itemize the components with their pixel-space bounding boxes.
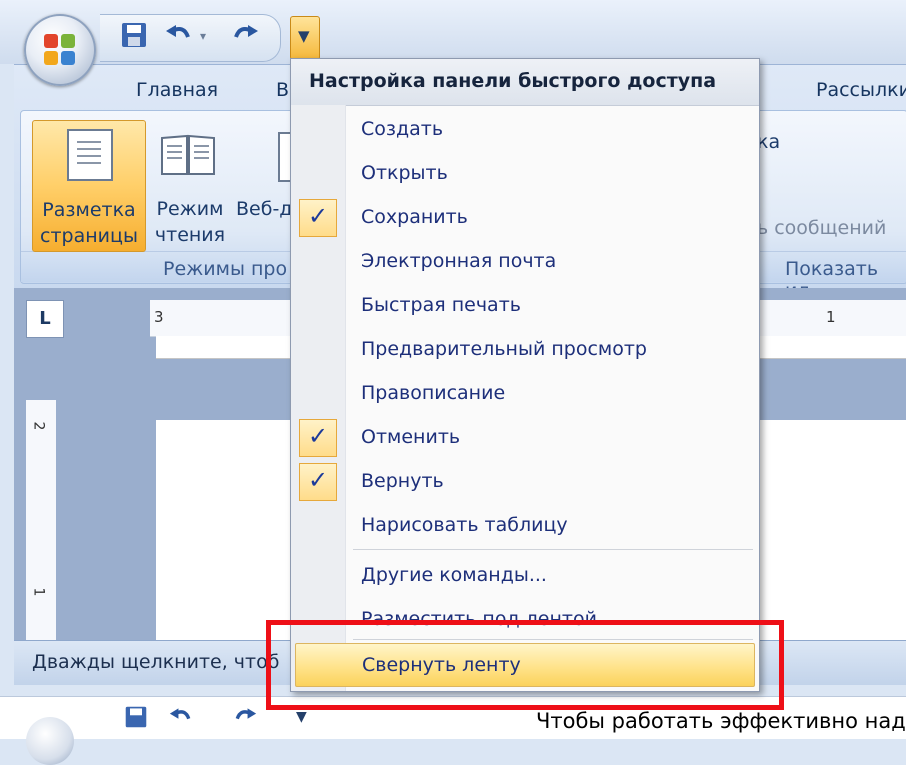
book-icon — [160, 132, 216, 178]
redo-icon[interactable] — [230, 21, 260, 56]
menu-item-save[interactable]: ✓ Сохранить — [291, 197, 759, 237]
menu-item-email[interactable]: Электронная почта — [291, 241, 759, 281]
ruler-label: 2 — [30, 421, 47, 431]
web-doc-button[interactable]: Веб-д — [236, 120, 300, 250]
menu-item-new[interactable]: Создать — [291, 109, 759, 149]
tab-home[interactable]: Главная — [136, 79, 218, 101]
save-icon[interactable] — [124, 705, 148, 733]
menu-item-label: Вернуть — [361, 470, 444, 492]
checkmark-icon: ✓ — [299, 199, 337, 237]
qat-dropdown-icon: ▼ — [298, 27, 310, 45]
page-layout-icon — [67, 129, 113, 181]
menu-item-label: Создать — [361, 118, 444, 140]
menu-item-more-commands[interactable]: Другие команды... — [291, 555, 759, 595]
menu-item-label: Сохранить — [361, 206, 468, 228]
office-orb-icon[interactable] — [26, 717, 74, 765]
read-mode-label: Режим чтения — [154, 198, 226, 246]
ruler-label: 3 — [154, 308, 164, 326]
partial-ka-label: ка — [757, 131, 781, 153]
checkmark-icon: ✓ — [299, 463, 337, 501]
web-doc-label: Веб-д — [236, 198, 293, 220]
quick-access-toolbar: ▾ — [100, 14, 281, 62]
menu-title: Настройка панели быстрого доступа — [309, 70, 717, 92]
page-layout-label: Разметка страницы — [40, 199, 138, 247]
menu-item-draw-table[interactable]: Нарисовать таблицу — [291, 505, 759, 545]
tab-stop-selector[interactable]: L — [26, 300, 64, 338]
redo-icon[interactable] — [232, 705, 258, 733]
status-text: Дважды щелкните, чтоб — [32, 651, 280, 673]
menu-item-label: Предварительный просмотр — [361, 338, 647, 360]
menu-item-spelling[interactable]: Правописание — [291, 373, 759, 413]
menu-item-label: Отменить — [361, 426, 461, 448]
undo-icon[interactable] — [164, 21, 194, 56]
office-button[interactable] — [24, 14, 96, 86]
second-window-title: Чтобы работать эффективно надс — [536, 709, 906, 733]
ruler-label: 1 — [826, 308, 836, 326]
menu-item-print-preview[interactable]: Предварительный просмотр — [291, 329, 759, 369]
save-icon[interactable] — [120, 21, 148, 56]
checkmark-icon: ✓ — [299, 419, 337, 457]
menu-separator — [353, 549, 753, 550]
tab-insert[interactable]: В — [276, 79, 289, 101]
undo-icon[interactable] — [168, 705, 194, 733]
highlight-callout — [266, 620, 784, 710]
menu-item-label: Открыть — [361, 162, 448, 184]
ruler-label: 1 — [30, 587, 47, 597]
menu-item-quick-print[interactable]: Быстрая печать — [291, 285, 759, 325]
vertical-ruler[interactable]: 2 1 — [26, 400, 56, 640]
menu-item-label: Правописание — [361, 382, 506, 404]
office-orb-icon — [44, 34, 76, 66]
tab-mailings[interactable]: Рассылки — [816, 79, 906, 101]
group-views-label: Режимы про — [163, 258, 288, 280]
menu-item-label: Электронная почта — [361, 250, 557, 272]
qat-customize-menu: Настройка панели быстрого доступа Создат… — [290, 58, 760, 692]
read-mode-button[interactable]: Режим чтения — [150, 120, 230, 250]
menu-item-label: Быстрая печать — [361, 294, 521, 316]
menu-item-redo[interactable]: ✓ Вернуть — [291, 461, 759, 501]
menu-item-label: Другие команды... — [361, 564, 547, 586]
partial-messages-label: ь сообщений — [757, 217, 887, 239]
qat-dropdown-icon[interactable]: ▼ — [296, 709, 307, 725]
undo-dropdown-icon[interactable]: ▾ — [200, 29, 206, 43]
menu-item-undo[interactable]: ✓ Отменить — [291, 417, 759, 457]
page-layout-button[interactable]: Разметка страницы — [32, 120, 146, 252]
menu-header: Настройка панели быстрого доступа — [291, 59, 759, 106]
qat-customize-button[interactable]: ▼ — [290, 16, 320, 60]
menu-item-label: Нарисовать таблицу — [361, 514, 568, 536]
menu-item-open[interactable]: Открыть — [291, 153, 759, 193]
